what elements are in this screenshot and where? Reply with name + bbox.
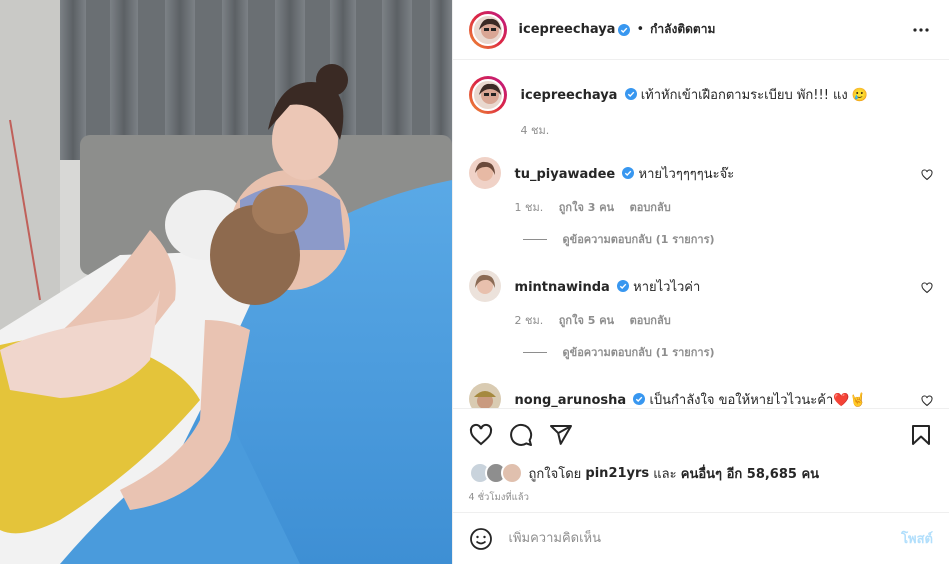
comments-list[interactable]: icepreechaya เท้าหักเข้าเฝือกตามระเบียบ … [453,60,949,408]
replies-divider [522,351,547,353]
author-username[interactable]: icepreechaya [519,22,616,37]
reply-button[interactable]: ตอบกลับ [630,314,671,327]
caption-avatar[interactable] [468,76,507,114]
view-replies-label: ดูข้อความตอบกลับ (1 รายการ) [562,233,715,246]
view-replies-label: ดูข้อความตอบกลับ (1 รายการ) [562,346,715,359]
bookmark-icon[interactable] [909,423,933,447]
comment-username[interactable]: nong_arunosha [515,393,627,408]
comment-text: หายไวๆๆๆๆนะจ๊ะ [638,167,735,182]
verified-icon [622,167,635,179]
comment-text: เป็นกำลังใจ ขอให้หายไวไวนะค้า❤️🤘 [649,393,866,408]
likes-others-link[interactable]: คนอื่นๆ อีก 58,685 คน [681,463,819,484]
commenter-avatar[interactable] [468,383,501,408]
view-replies-button[interactable]: ดูข้อความตอบกลับ (1 รายการ) [522,230,933,248]
comment-like-heart-icon[interactable] [921,282,933,294]
share-icon[interactable] [549,423,573,447]
likes-others: คนอื่นๆ [680,466,723,482]
verified-icon [618,23,631,36]
add-comment-bar: โพสต์ [452,512,949,564]
post-timestamp[interactable]: 4 ชั่วโมงที่แล้ว [453,486,949,512]
heart-icon[interactable] [469,423,493,447]
replies-divider [522,238,547,240]
post-comment-button[interactable]: โพสต์ [901,528,933,549]
post-dialog: icepreechaya • กำลังติดตาม icepreechaya … [0,0,949,564]
separator-dot: • [636,22,645,37]
commenter-avatar[interactable] [468,270,501,302]
verified-icon [624,88,637,100]
verified-icon [633,393,646,405]
comment-likes[interactable]: ถูกใจ 5 คน [559,314,614,327]
more-options-button[interactable] [909,18,933,42]
view-replies-button[interactable]: ดูข้อความตอบกลับ (1 รายการ) [522,343,933,361]
caption-time[interactable]: 4 ชม. [521,124,550,137]
comment-item: tu_piyawadee หายไวๆๆๆๆนะจ๊ะ 1 ชม. ถูกใจ … [468,157,933,216]
author-avatar[interactable] [468,10,507,49]
comment-username[interactable]: mintnawinda [515,280,610,295]
likes-prefix: ถูกใจโดย [528,466,582,482]
caption-username[interactable]: icepreechaya [521,88,618,103]
comment-like-heart-icon[interactable] [921,169,933,181]
comment-item: nong_arunosha เป็นกำลังใจ ขอให้หายไวไวนะ… [468,383,933,408]
comment-item: mintnawinda หายไวไวค่า 2 ชม. ถูกใจ 5 คน … [468,270,933,329]
comment-time[interactable]: 1 ชม. [515,201,544,214]
caption-text: เท้าหักเข้าเฝือกตามระเบียบ พัก!!! แง 🥲 [640,88,869,103]
reply-button[interactable]: ตอบกลับ [630,201,671,214]
emoji-icon[interactable] [469,527,493,551]
comment-like-heart-icon[interactable] [921,395,933,407]
commenter-avatar[interactable] [468,157,501,189]
comment-username[interactable]: tu_piyawadee [515,167,616,182]
post-header: icepreechaya • กำลังติดตาม [452,0,949,60]
post-photo[interactable] [0,0,452,564]
verified-icon [616,280,629,292]
comment-input[interactable] [506,530,902,547]
avatar [500,462,523,484]
following-button[interactable]: กำลังติดตาม [650,20,715,39]
likes-summary: ถูกใจโดย pin21yrs และ คนอื่นๆ อีก 58,685… [453,460,949,486]
comment-text: หายไวไวค่า [633,280,701,295]
more-icon [913,27,929,32]
caption: icepreechaya เท้าหักเข้าเฝือกตามระเบียบ … [468,76,933,139]
comment-time[interactable]: 2 ชม. [515,314,544,327]
likes-and: และ [653,466,677,482]
post-sidebar: icepreechaya • กำลังติดตาม icepreechaya … [451,0,949,564]
post-photo-illustration [0,0,452,564]
liker-username[interactable]: pin21yrs [585,466,649,481]
comment-likes[interactable]: ถูกใจ 3 คน [559,201,614,214]
likes-count: อีก 58,685 คน [726,466,820,482]
comment-icon[interactable] [509,423,533,447]
action-bar [452,408,949,460]
liker-avatars[interactable] [468,462,523,484]
